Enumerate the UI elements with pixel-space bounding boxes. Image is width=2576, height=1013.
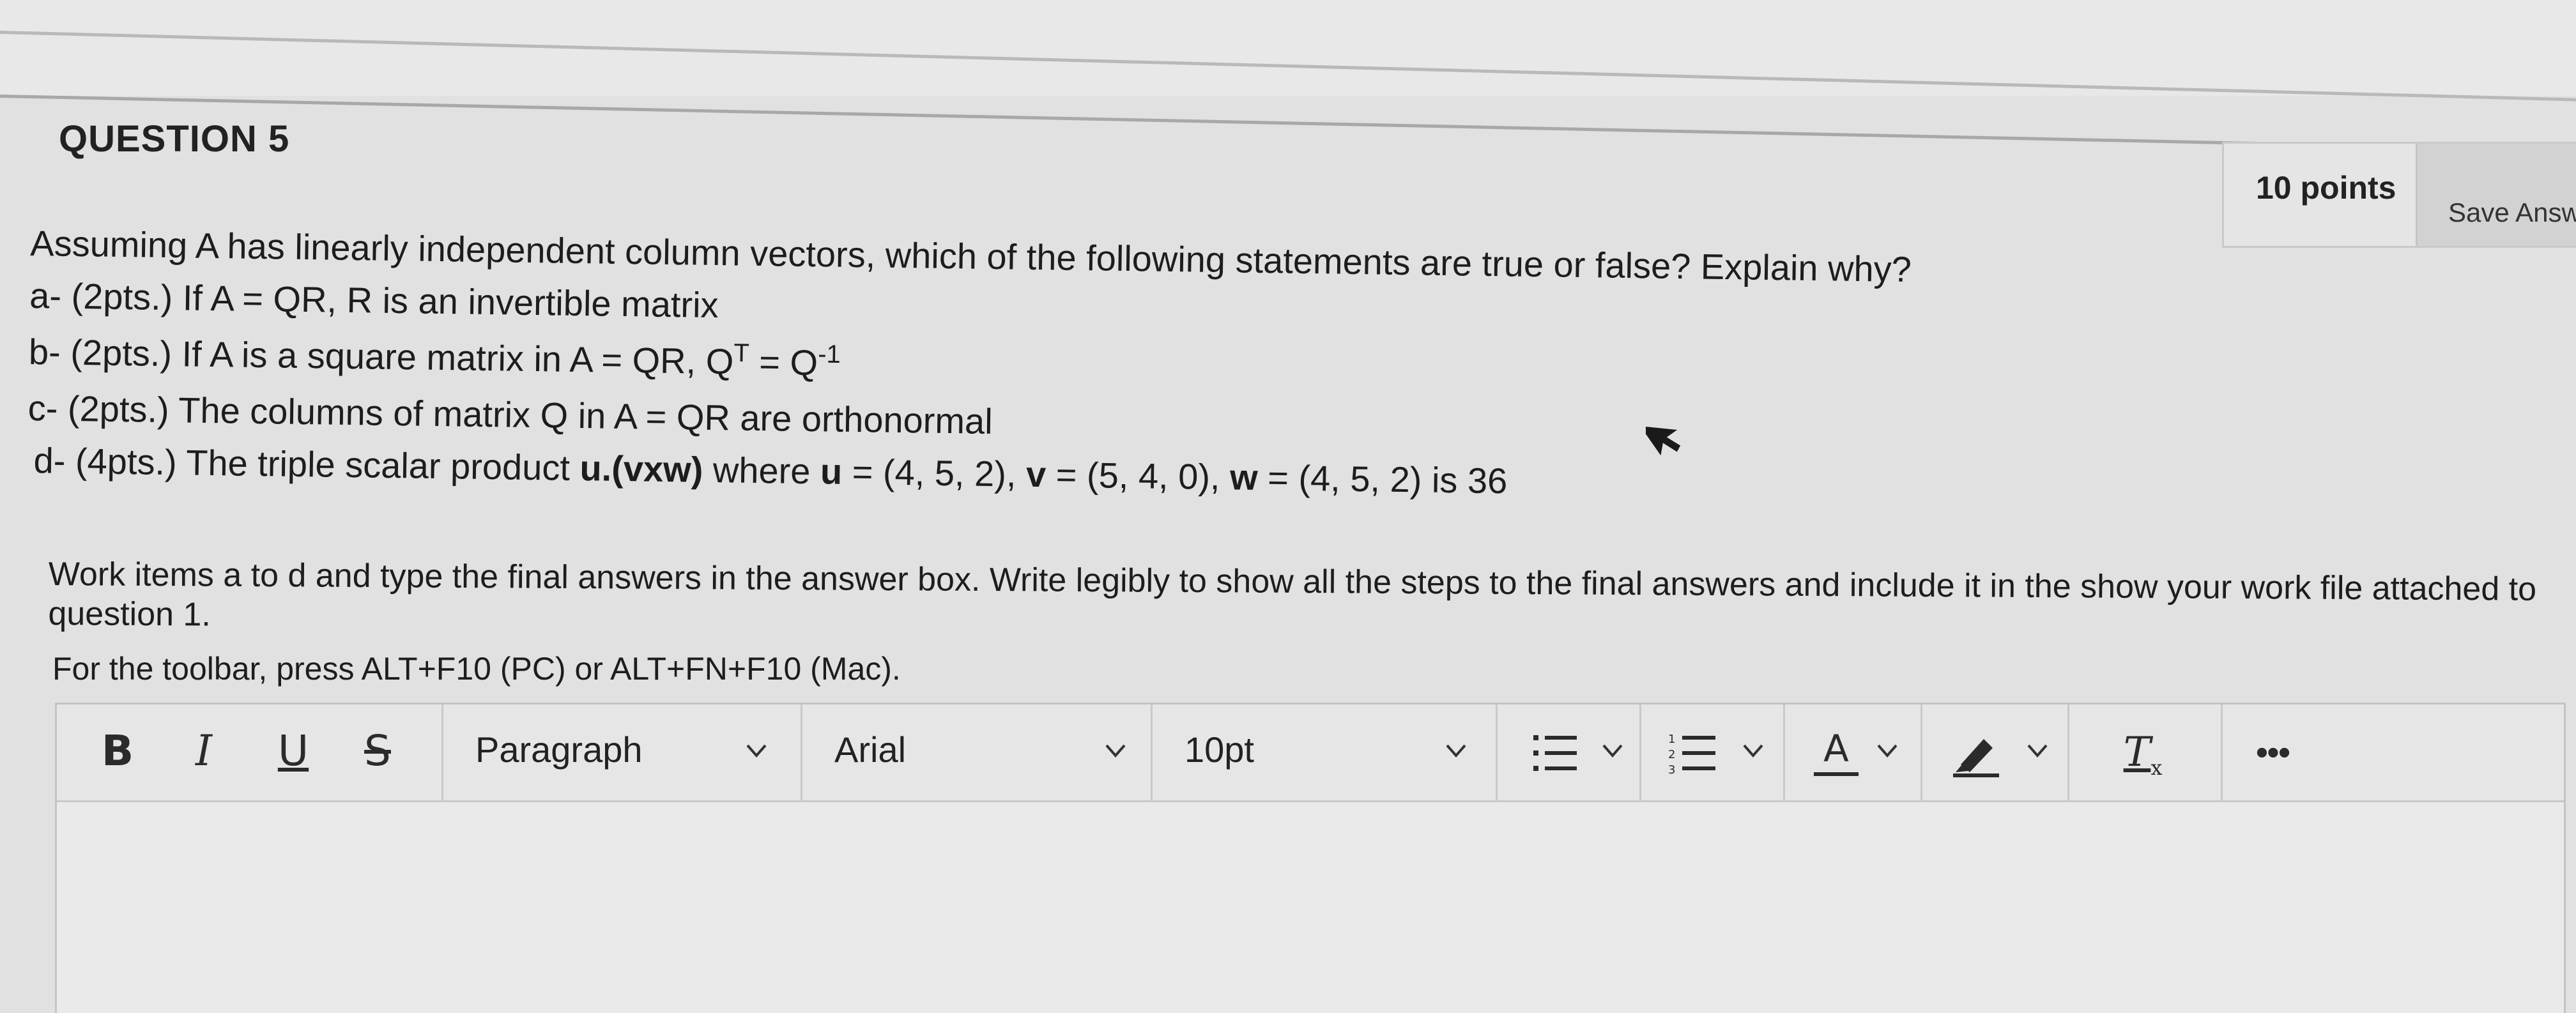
chevron-down-icon — [1446, 744, 1466, 758]
bold-button[interactable]: B — [92, 722, 143, 780]
paragraph-dropdown[interactable]: Paragraph — [443, 705, 802, 800]
numbered-list-icon: 1 2 3 — [1668, 733, 1715, 777]
chevron-down-icon — [2027, 744, 2048, 758]
toolbar-hint: For the toolbar, press ALT+F10 (PC) or A… — [52, 651, 901, 687]
browser-top-area — [0, 0, 2576, 96]
font-size-value: 10pt — [1184, 729, 1254, 770]
answer-editor: B I U S Paragraph Arial 10pt 1 2 3 A Tx … — [55, 703, 2566, 1013]
paragraph-value: Paragraph — [475, 729, 643, 770]
svg-text:1: 1 — [1668, 733, 1675, 746]
chevron-down-icon — [746, 744, 767, 758]
instructions-text: Work items a to d and type the final ans… — [48, 555, 2537, 634]
highlight-icon — [1953, 739, 1999, 777]
font-color-icon: A — [1811, 725, 1862, 782]
format-group: B I U S — [57, 705, 443, 800]
chevron-down-icon — [1602, 744, 1623, 758]
question-title: QUESTION 5 — [59, 118, 290, 160]
more-icon[interactable]: ••• — [2241, 724, 2304, 781]
points-box: 10 points Save Answ — [2222, 142, 2576, 248]
bullet-list-icon — [1533, 735, 1577, 771]
highlight-button[interactable] — [1922, 705, 2069, 800]
svg-text:2: 2 — [1668, 748, 1675, 761]
font-size-dropdown[interactable]: 10pt — [1153, 705, 1498, 800]
question-body: Assuming A has linearly independent colu… — [27, 217, 1947, 514]
strikethrough-button[interactable]: S — [352, 722, 403, 780]
underline-button[interactable]: U — [268, 722, 319, 780]
chevron-down-icon — [1877, 744, 1897, 758]
clear-format-button[interactable]: Tx — [2069, 705, 2223, 800]
mouse-pointer-icon — [1646, 426, 1681, 456]
clear-format-icon: Tx — [2123, 729, 2163, 780]
font-value: Arial — [834, 729, 907, 770]
font-dropdown[interactable]: Arial — [802, 705, 1153, 800]
editor-toolbar: B I U S Paragraph Arial 10pt 1 2 3 A Tx … — [57, 705, 2564, 802]
divider-line — [0, 95, 2576, 153]
answer-text-area[interactable] — [57, 802, 2564, 1013]
svg-text:3: 3 — [1668, 763, 1675, 777]
chevron-down-icon — [1105, 744, 1126, 758]
save-answer-button[interactable]: Save Answ — [2416, 144, 2576, 246]
italic-button[interactable]: I — [178, 722, 229, 780]
chevron-down-icon — [1743, 744, 1763, 758]
font-color-button[interactable]: A — [1785, 705, 1922, 800]
points-label: 10 points — [2256, 170, 2396, 206]
bullet-list-button[interactable] — [1498, 705, 1641, 800]
numbered-list-button[interactable]: 1 2 3 — [1641, 705, 1785, 800]
